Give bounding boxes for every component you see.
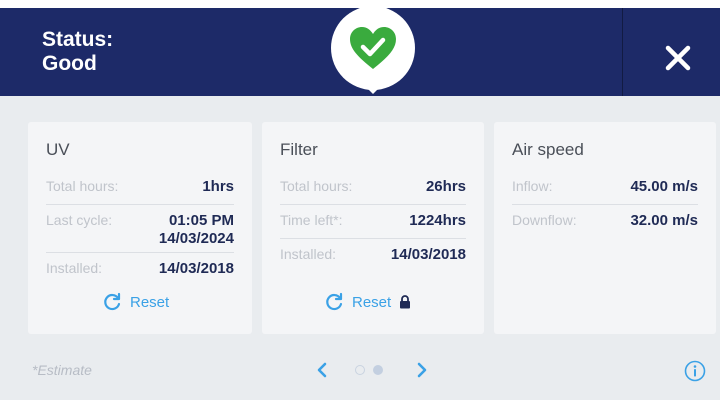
header-divider	[622, 8, 623, 96]
row-value: 26hrs	[425, 178, 466, 195]
chevron-left-icon	[317, 362, 327, 378]
close-button[interactable]	[660, 40, 696, 76]
page-dot-1[interactable]	[355, 365, 365, 375]
heart-check-icon	[350, 27, 396, 69]
row-label: Installed:	[280, 246, 337, 262]
next-page-button[interactable]	[412, 358, 432, 382]
status-indicator	[331, 6, 415, 90]
info-icon	[684, 360, 706, 382]
row-label: Time left*:	[280, 212, 343, 228]
card-title: Air speed	[512, 140, 584, 159]
last-cycle-date: 14/03/2024	[158, 230, 234, 247]
row-label: Installed:	[46, 260, 103, 276]
reset-label: Reset	[130, 293, 170, 311]
filter-total-hours-row: Total hours: 26hrs	[280, 170, 466, 205]
inflow-row: Inflow: 45.00 m/s	[512, 170, 698, 205]
row-value: 32.00 m/s	[630, 212, 698, 229]
estimate-note: *Estimate	[32, 362, 92, 378]
row-value: 45.00 m/s	[630, 178, 698, 195]
row-value: 1224hrs	[409, 212, 466, 229]
uv-reset-button[interactable]: Reset	[102, 292, 169, 312]
uv-last-cycle-row: Last cycle: 01:05 PM 14/03/2024	[46, 204, 234, 253]
row-label: Downflow:	[512, 212, 577, 228]
status-content: UV Total hours: 1hrs Last cycle: 01:05 P…	[0, 96, 720, 400]
filter-installed-row: Installed: 14/03/2018	[280, 238, 466, 272]
uv-total-hours-row: Total hours: 1hrs	[46, 170, 234, 205]
air-speed-card: Air speed Inflow: 45.00 m/s Downflow: 32…	[494, 122, 716, 334]
last-cycle-time: 01:05 PM	[168, 212, 234, 229]
filter-reset-button[interactable]: Reset	[324, 292, 419, 312]
lock-icon	[400, 295, 411, 309]
row-label: Total hours:	[280, 178, 353, 194]
downflow-row: Downflow: 32.00 m/s	[512, 204, 698, 238]
row-label: Inflow:	[512, 178, 553, 194]
refresh-icon	[104, 292, 121, 311]
filter-card: Filter Total hours: 26hrs Time left*: 12…	[262, 122, 484, 334]
status-title: Status: Good	[42, 28, 113, 76]
chevron-right-icon	[417, 362, 427, 378]
card-title: UV	[46, 140, 70, 159]
uv-card: UV Total hours: 1hrs Last cycle: 01:05 P…	[28, 122, 252, 334]
status-indicator-pointer	[365, 86, 381, 94]
uv-installed-row: Installed: 14/03/2018	[46, 252, 234, 286]
previous-page-button[interactable]	[312, 358, 332, 382]
row-label: Total hours:	[46, 178, 119, 194]
card-title: Filter	[280, 140, 318, 159]
close-icon	[665, 45, 691, 71]
page-dot-2[interactable]	[373, 365, 383, 375]
row-value: 14/03/2018	[390, 246, 466, 263]
row-value: 1hrs	[202, 178, 234, 195]
status-value: Good	[42, 52, 97, 75]
row-value: 14/03/2018	[158, 260, 234, 277]
info-button[interactable]	[684, 360, 706, 382]
row-label: Last cycle:	[46, 212, 113, 228]
refresh-icon	[326, 292, 343, 311]
reset-label: Reset	[352, 293, 392, 311]
status-label: Status:	[42, 28, 114, 51]
row-value: 01:05 PM 14/03/2024	[159, 212, 234, 248]
filter-time-left-row: Time left*: 1224hrs	[280, 204, 466, 239]
